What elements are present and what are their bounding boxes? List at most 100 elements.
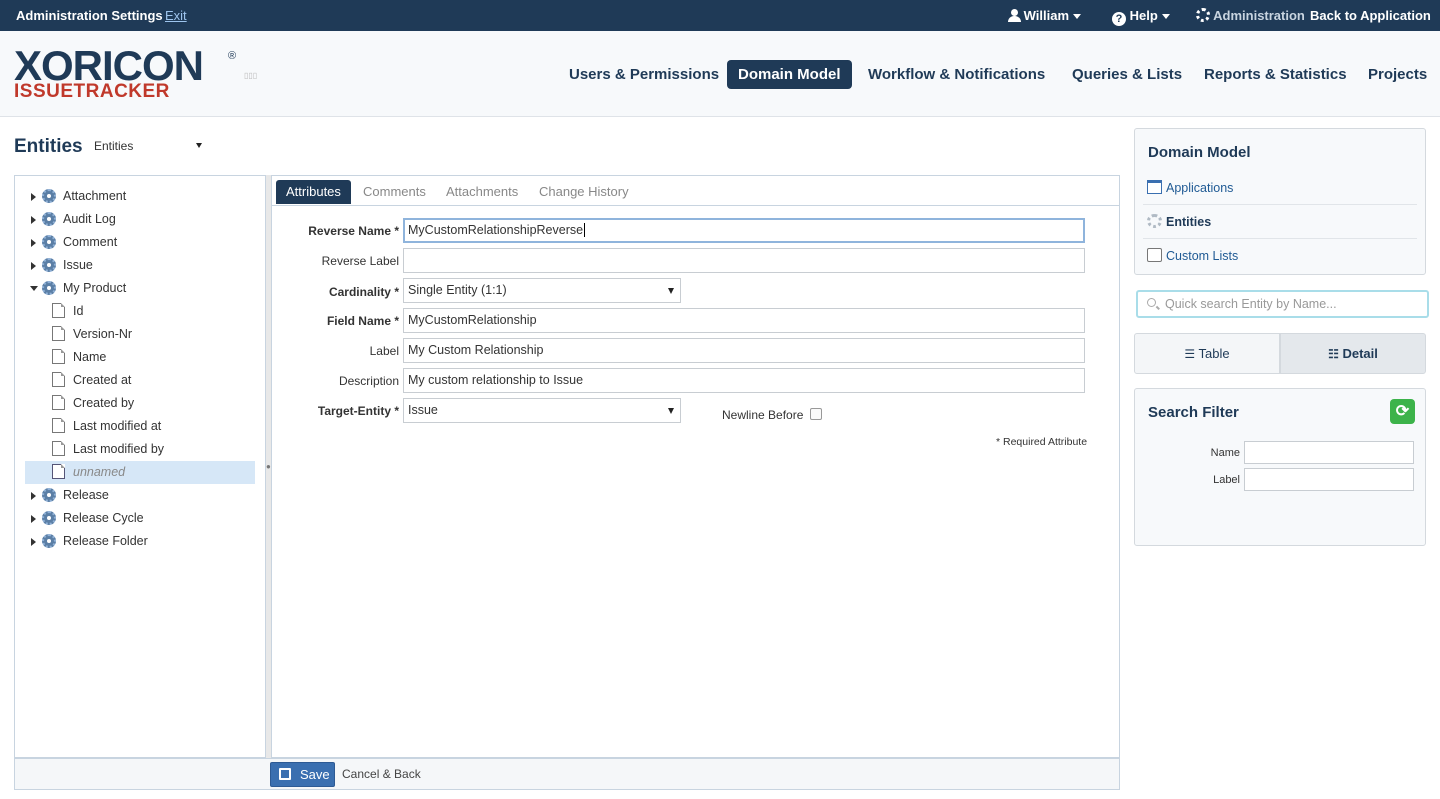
applications-icon: [1147, 180, 1162, 194]
field-name-input[interactable]: MyCustomRelationship: [403, 308, 1085, 333]
tab-comments[interactable]: Comments: [353, 180, 436, 204]
nav-projects[interactable]: Projects: [1368, 60, 1427, 89]
exit-link[interactable]: Exit: [165, 8, 187, 23]
target-entity-select[interactable]: Issue: [403, 398, 681, 423]
chevron-down-icon: [196, 143, 202, 148]
sidebar-title: Domain Model: [1148, 144, 1251, 161]
tab-attachments[interactable]: Attachments: [436, 180, 528, 204]
required-note: * Required Attribute: [996, 436, 1088, 448]
label-label: Label: [369, 344, 399, 358]
help-menu[interactable]: ? Help: [1112, 8, 1170, 26]
target-entity-label: Target-Entity *: [317, 404, 399, 418]
quick-search-input[interactable]: Quick search Entity by Name...: [1136, 290, 1429, 318]
reverse-label-input[interactable]: [403, 248, 1085, 273]
entity-icon: [42, 189, 56, 203]
help-label: Help: [1129, 8, 1158, 23]
expand-icon[interactable]: [31, 492, 36, 500]
refresh-button[interactable]: ⟳: [1390, 399, 1415, 424]
tab-attributes[interactable]: Attributes: [276, 180, 351, 204]
cancel-back-link[interactable]: Cancel & Back: [342, 767, 421, 781]
tree-item-my-product[interactable]: My Product: [30, 277, 261, 299]
nav-users-permissions[interactable]: Users & Permissions: [569, 60, 719, 89]
tree-child-created-by[interactable]: Created by: [52, 392, 252, 414]
tree-item-release-cycle[interactable]: Release Cycle: [31, 507, 261, 529]
filter-label-input[interactable]: [1244, 468, 1414, 491]
view-table-button[interactable]: ☰ Table: [1134, 333, 1280, 374]
sidebar-item-applications[interactable]: Applications: [1166, 181, 1233, 195]
registered-mark: ®: [228, 50, 237, 62]
user-icon: [1008, 9, 1021, 22]
expand-icon[interactable]: [31, 193, 36, 201]
entities-icon: [1147, 214, 1162, 228]
tree-child-id[interactable]: Id: [52, 300, 252, 322]
custom-lists-icon: [1147, 248, 1162, 262]
floppy-icon: [279, 768, 291, 780]
form-footer: [14, 758, 1120, 790]
tab-change-history[interactable]: Change History: [529, 180, 639, 204]
page-title: Entities: [14, 136, 83, 157]
attribute-icon: [52, 303, 65, 318]
reverse-label-label: Reverse Label: [321, 254, 399, 268]
entity-icon: [42, 235, 56, 249]
expand-icon[interactable]: [31, 239, 36, 247]
attribute-icon: [52, 326, 65, 341]
expand-icon[interactable]: [31, 515, 36, 523]
newline-before-checkbox[interactable]: [810, 408, 822, 420]
attribute-icon: [52, 349, 65, 364]
tree-child-last-modified-by[interactable]: Last modified by: [52, 438, 252, 460]
expand-icon[interactable]: [31, 262, 36, 270]
filter-name-input[interactable]: [1244, 441, 1414, 464]
back-to-application-link[interactable]: Back to Application: [1310, 8, 1431, 23]
attribute-icon: [52, 395, 65, 410]
logo-subtitle: ISSUETRACKER: [14, 81, 170, 102]
entity-icon: [42, 534, 56, 548]
tree-item-release[interactable]: Release: [31, 484, 261, 506]
chevron-down-icon: [668, 408, 674, 414]
search-filter-title: Search Filter: [1148, 404, 1239, 421]
expand-icon[interactable]: [31, 216, 36, 224]
tree-child-created-at[interactable]: Created at: [52, 369, 252, 391]
filter-label-label: Label: [1213, 474, 1240, 486]
dots-icon: ▯▯▯: [244, 71, 258, 80]
attribute-icon: [52, 372, 65, 387]
tree-child-name[interactable]: Name: [52, 346, 252, 368]
label-input[interactable]: My Custom Relationship: [403, 338, 1085, 363]
tree-item-release-folder[interactable]: Release Folder: [31, 530, 261, 552]
nav-reports-statistics[interactable]: Reports & Statistics: [1204, 60, 1347, 89]
filter-name-label: Name: [1210, 447, 1240, 459]
domain-model-panel: Domain Model Applications Entities Custo…: [1134, 128, 1426, 275]
cardinality-label: Cardinality *: [328, 285, 399, 299]
expand-icon[interactable]: [31, 538, 36, 546]
nav-queries-lists[interactable]: Queries & Lists: [1072, 60, 1182, 89]
tree-icon: ☷: [1328, 347, 1339, 361]
search-filter-panel: Search Filter: [1134, 388, 1426, 546]
reverse-name-input[interactable]: MyCustomRelationshipReverse: [403, 218, 1085, 243]
tree-item-attachment[interactable]: Attachment: [31, 185, 261, 207]
panel-splitter[interactable]: ●: [265, 175, 272, 758]
refresh-icon: ⟳: [1395, 403, 1410, 420]
entity-type-select[interactable]: Entities: [94, 139, 206, 153]
tree-child-version-nr[interactable]: Version-Nr: [52, 323, 252, 345]
save-button[interactable]: Save: [270, 762, 335, 787]
entity-type-value: Entities: [94, 139, 134, 153]
tree-item-audit-log[interactable]: Audit Log: [31, 208, 261, 230]
cardinality-select[interactable]: Single Entity (1:1): [403, 278, 681, 303]
field-name-label: Field Name *: [326, 314, 399, 328]
tree-child-unnamed[interactable]: unnamed: [52, 461, 252, 483]
administration-link[interactable]: Administration: [1196, 8, 1305, 23]
tree-item-comment[interactable]: Comment: [31, 231, 261, 253]
tree-item-issue[interactable]: Issue: [31, 254, 261, 276]
collapse-icon[interactable]: [30, 286, 38, 291]
list-icon: ☰: [1184, 347, 1196, 361]
sidebar-item-entities[interactable]: Entities: [1166, 215, 1211, 229]
chevron-down-icon: [1073, 14, 1082, 20]
tree-child-last-modified-at[interactable]: Last modified at: [52, 415, 252, 437]
description-input[interactable]: My custom relationship to Issue: [403, 368, 1085, 393]
nav-domain-model[interactable]: Domain Model: [727, 60, 852, 89]
user-name: William: [1023, 8, 1070, 23]
nav-workflow-notifications[interactable]: Workflow & Notifications: [868, 60, 1045, 89]
grip-icon: ●: [266, 462, 271, 471]
view-detail-button[interactable]: ☷ Detail: [1280, 333, 1426, 374]
user-menu[interactable]: William: [1008, 8, 1082, 23]
sidebar-item-custom-lists[interactable]: Custom Lists: [1166, 249, 1238, 263]
